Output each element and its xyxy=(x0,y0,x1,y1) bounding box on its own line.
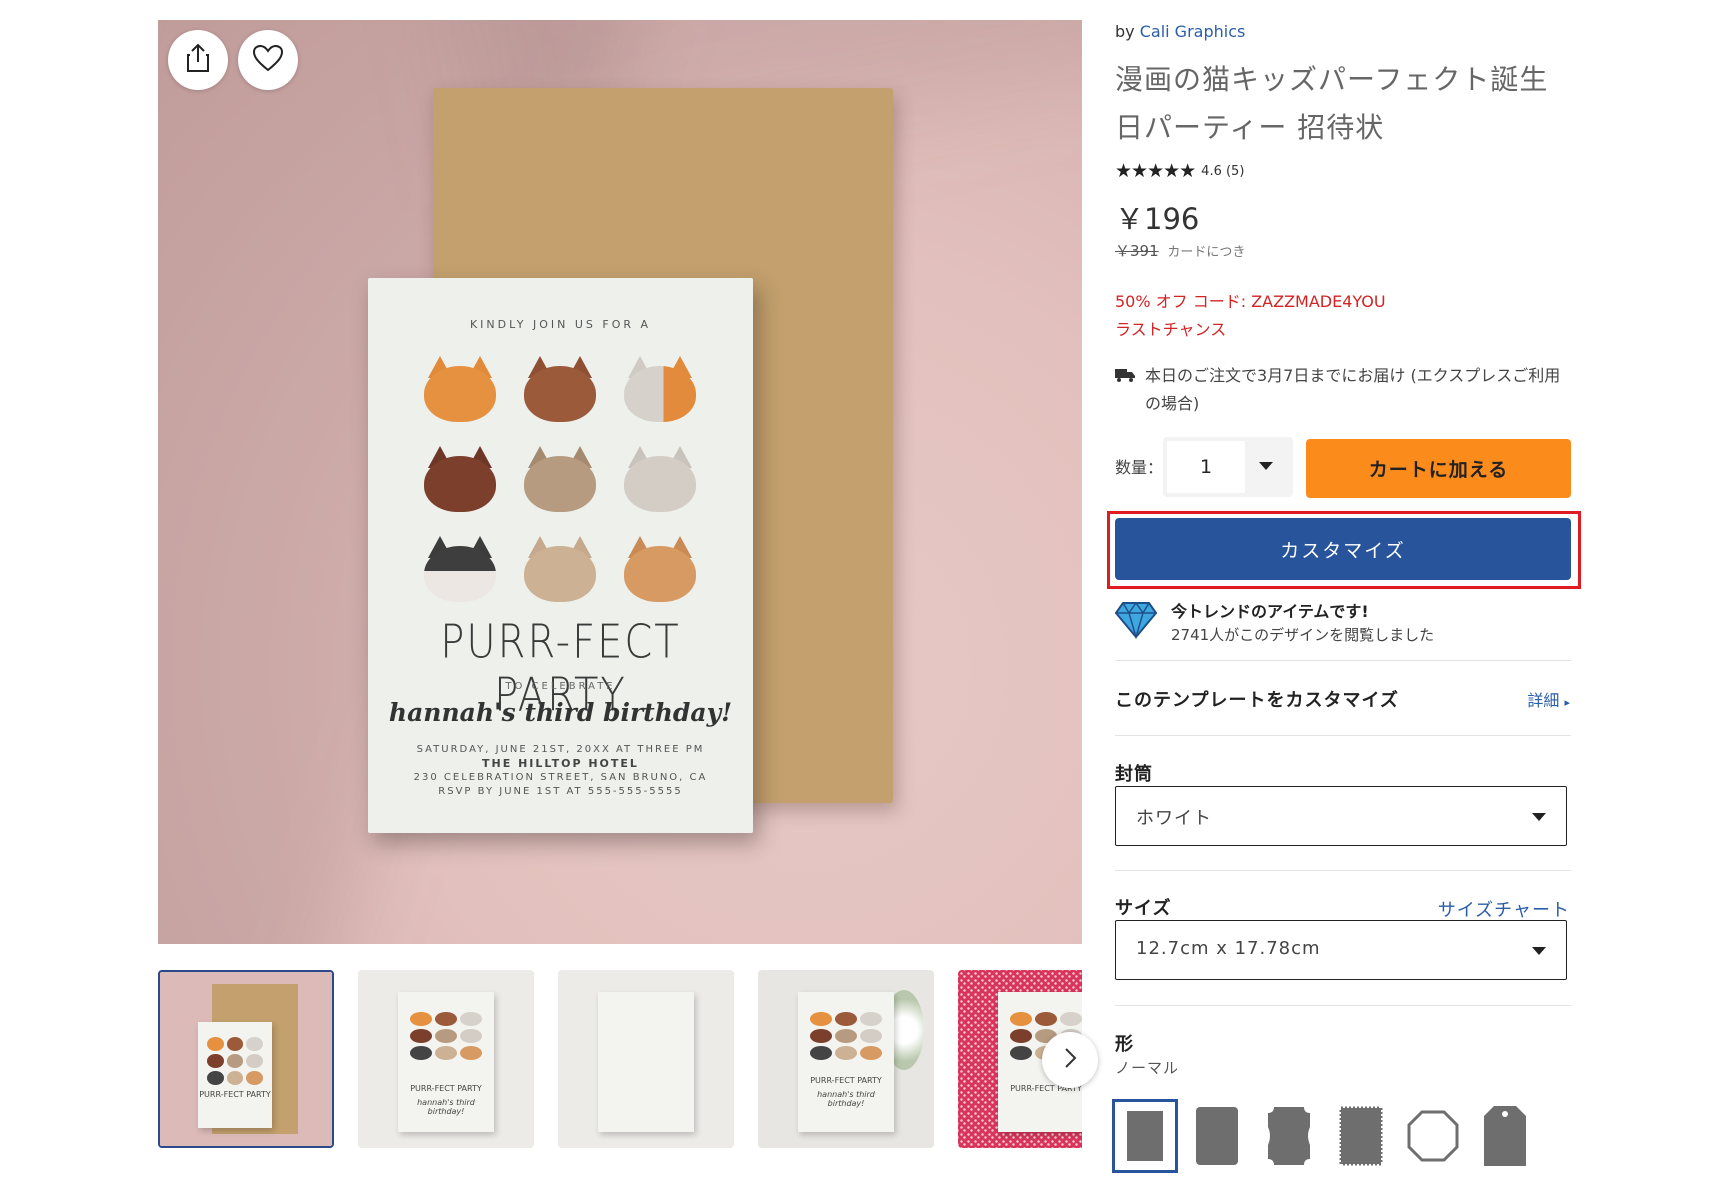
shape-options xyxy=(1112,1099,1535,1173)
per-unit-label: カードにつき xyxy=(1167,245,1246,260)
cat-face xyxy=(424,446,496,512)
chevron-down-icon[interactable] xyxy=(1259,462,1273,470)
customize-template-title: このテンプレートをカスタマイズ xyxy=(1115,690,1399,711)
promo-code: 50% オフ コード: ZAZZMADE4YOU xyxy=(1115,292,1386,311)
cat-face xyxy=(624,536,696,602)
scalloped-shape-icon xyxy=(1339,1106,1383,1166)
share-button[interactable] xyxy=(168,30,228,90)
card-detail-line: SATURDAY, JUNE 21ST, 20XX AT THREE PM xyxy=(416,744,705,755)
rounded-shape-icon xyxy=(1196,1107,1238,1165)
cat-face xyxy=(524,536,596,602)
chevron-right-icon xyxy=(1063,1047,1077,1073)
rating[interactable]: ★★★★★ 4.6 (5) xyxy=(1115,160,1244,182)
shape-tag-option[interactable] xyxy=(1475,1102,1535,1170)
thumb-script: hannah's third birthday! xyxy=(817,1090,875,1108)
product-title-line: 日パーティー 招待状 xyxy=(1115,111,1385,144)
envelope-select[interactable]: ホワイト xyxy=(1115,786,1567,846)
size-label: サイズ xyxy=(1115,898,1172,919)
thumbnail-mockup[interactable]: PURR-FECT PARTY xyxy=(158,970,334,1148)
thumbnail-next-button[interactable] xyxy=(1042,1032,1098,1088)
by-prefix: by xyxy=(1115,22,1135,41)
original-price-value: ￥391 xyxy=(1115,242,1159,260)
thumbnail-back[interactable] xyxy=(558,970,734,1148)
divider xyxy=(1115,735,1571,736)
product-info-panel: by Cali Graphics 漫画の猫キッズパーフェクト誕生 日パーティー … xyxy=(1107,0,1581,1188)
size-value: 12.7cm x 17.78cm xyxy=(1136,938,1321,959)
card-kindly-text: KINDLY JOIN US FOR A xyxy=(469,318,652,331)
shape-ticket-option[interactable] xyxy=(1259,1102,1319,1170)
invitation-card: KINDLY JOIN US FOR A PURR-FECT PARTY TO … xyxy=(368,278,753,833)
thumbnail-strip: PURR-FECT PARTY PURR-FECT PARTY hannah's… xyxy=(158,970,1082,1150)
thumb-title: PURR-FECT PARTY xyxy=(810,1076,882,1085)
delivery-info: 本日のご注文で3月7日までにお届け (エクスプレスご利用の場合) xyxy=(1115,362,1575,418)
details-link[interactable]: 詳細 ▸ xyxy=(1527,687,1570,711)
add-to-cart-button[interactable]: カートに加える xyxy=(1306,439,1571,498)
price: ￥196 xyxy=(1115,202,1200,236)
chevron-down-icon xyxy=(1532,813,1546,821)
chevron-down-icon xyxy=(1532,947,1546,955)
cat-face xyxy=(424,536,496,602)
cat-face xyxy=(524,356,596,422)
quantity-label: 数量： xyxy=(1115,458,1164,477)
divider xyxy=(1115,870,1571,871)
trend-title: 今トレンドのアイテムです! xyxy=(1171,602,1369,621)
cat-face xyxy=(624,446,696,512)
card-detail-line: THE HILLTOP HOTEL xyxy=(482,757,639,770)
quantity-value[interactable]: 1 xyxy=(1167,441,1245,493)
promo: 50% オフ コード: ZAZZMADE4YOU ラストチャンス xyxy=(1115,288,1386,344)
cat-face xyxy=(624,356,696,422)
customize-button[interactable]: カスタマイズ xyxy=(1115,518,1571,580)
octagon-shape-icon xyxy=(1407,1110,1459,1162)
card-detail-line: 230 CELEBRATION STREET, SAN BRUNO, CA xyxy=(413,772,708,783)
rating-text: 4.6 (5) xyxy=(1201,163,1245,179)
card-script-name: hannah's third birthday! xyxy=(388,698,733,727)
card-details: SATURDAY, JUNE 21ST, 20XX AT THREE PM TH… xyxy=(368,743,753,799)
envelope-value: ホワイト xyxy=(1136,808,1212,829)
brand-link[interactable]: Cali Graphics xyxy=(1140,22,1246,41)
rectangle-shape-icon xyxy=(1127,1111,1163,1161)
caret-right-icon: ▸ xyxy=(1564,696,1570,709)
thumb-script: hannah's third birthday! xyxy=(417,1098,475,1116)
shape-octagon-option[interactable] xyxy=(1403,1102,1463,1170)
size-chart-link[interactable]: サイズチャート xyxy=(1438,896,1570,922)
promo-last-chance: ラストチャンス xyxy=(1115,320,1227,339)
cat-face xyxy=(424,356,496,422)
truck-icon xyxy=(1115,367,1135,418)
divider xyxy=(1115,660,1571,661)
divider xyxy=(1115,1005,1571,1006)
card-to-celebrate: TO CELEBRATE xyxy=(505,681,616,692)
by-line: by Cali Graphics xyxy=(1115,22,1245,41)
details-label: 詳細 xyxy=(1527,691,1560,710)
tag-shape-icon xyxy=(1484,1106,1526,1166)
shape-rectangle-option[interactable] xyxy=(1112,1099,1178,1173)
trend-views: 2741人がこのデザインを閲覧しました xyxy=(1171,626,1435,644)
cat-faces-grid xyxy=(424,356,699,602)
thumb-title: PURR-FECT PARTY xyxy=(199,1090,271,1099)
product-title: 漫画の猫キッズパーフェクト誕生 日パーティー 招待状 xyxy=(1115,56,1575,152)
main-product-image[interactable]: KINDLY JOIN US FOR A PURR-FECT PARTY TO … xyxy=(158,20,1082,944)
diamond-icon xyxy=(1114,601,1158,643)
shape-value: ノーマル xyxy=(1115,1059,1180,1077)
thumbnail-flowers[interactable]: PURR-FECT PARTY hannah's third birthday! xyxy=(758,970,934,1148)
thumbnail-front[interactable]: PURR-FECT PARTY hannah's third birthday! xyxy=(358,970,534,1148)
share-icon xyxy=(185,43,211,77)
star-rating-icon: ★★★★★ xyxy=(1115,160,1196,182)
envelope-label: 封筒 xyxy=(1115,764,1153,785)
heart-icon xyxy=(252,44,284,76)
shape-label: 形 xyxy=(1115,1034,1134,1055)
card-detail-line: RSVP BY JUNE 1ST AT 555-555-5555 xyxy=(438,786,683,797)
product-title-line: 漫画の猫キッズパーフェクト誕生 xyxy=(1115,63,1549,96)
delivery-text: 本日のご注文で3月7日までにお届け (エクスプレスご利用の場合) xyxy=(1145,366,1561,413)
original-price: ￥391 カードにつき xyxy=(1115,240,1245,261)
size-select[interactable]: 12.7cm x 17.78cm xyxy=(1115,920,1567,980)
cat-face xyxy=(524,446,596,512)
trending-notice: 今トレンドのアイテムです! 2741人がこのデザインを閲覧しました xyxy=(1114,598,1435,645)
thumb-title: PURR-FECT PARTY xyxy=(410,1084,482,1093)
shape-rounded-option[interactable] xyxy=(1187,1102,1247,1170)
shape-scalloped-option[interactable] xyxy=(1331,1102,1391,1170)
quantity-select[interactable]: 1 xyxy=(1163,437,1293,497)
ticket-shape-icon xyxy=(1268,1107,1310,1165)
favorite-button[interactable] xyxy=(238,30,298,90)
